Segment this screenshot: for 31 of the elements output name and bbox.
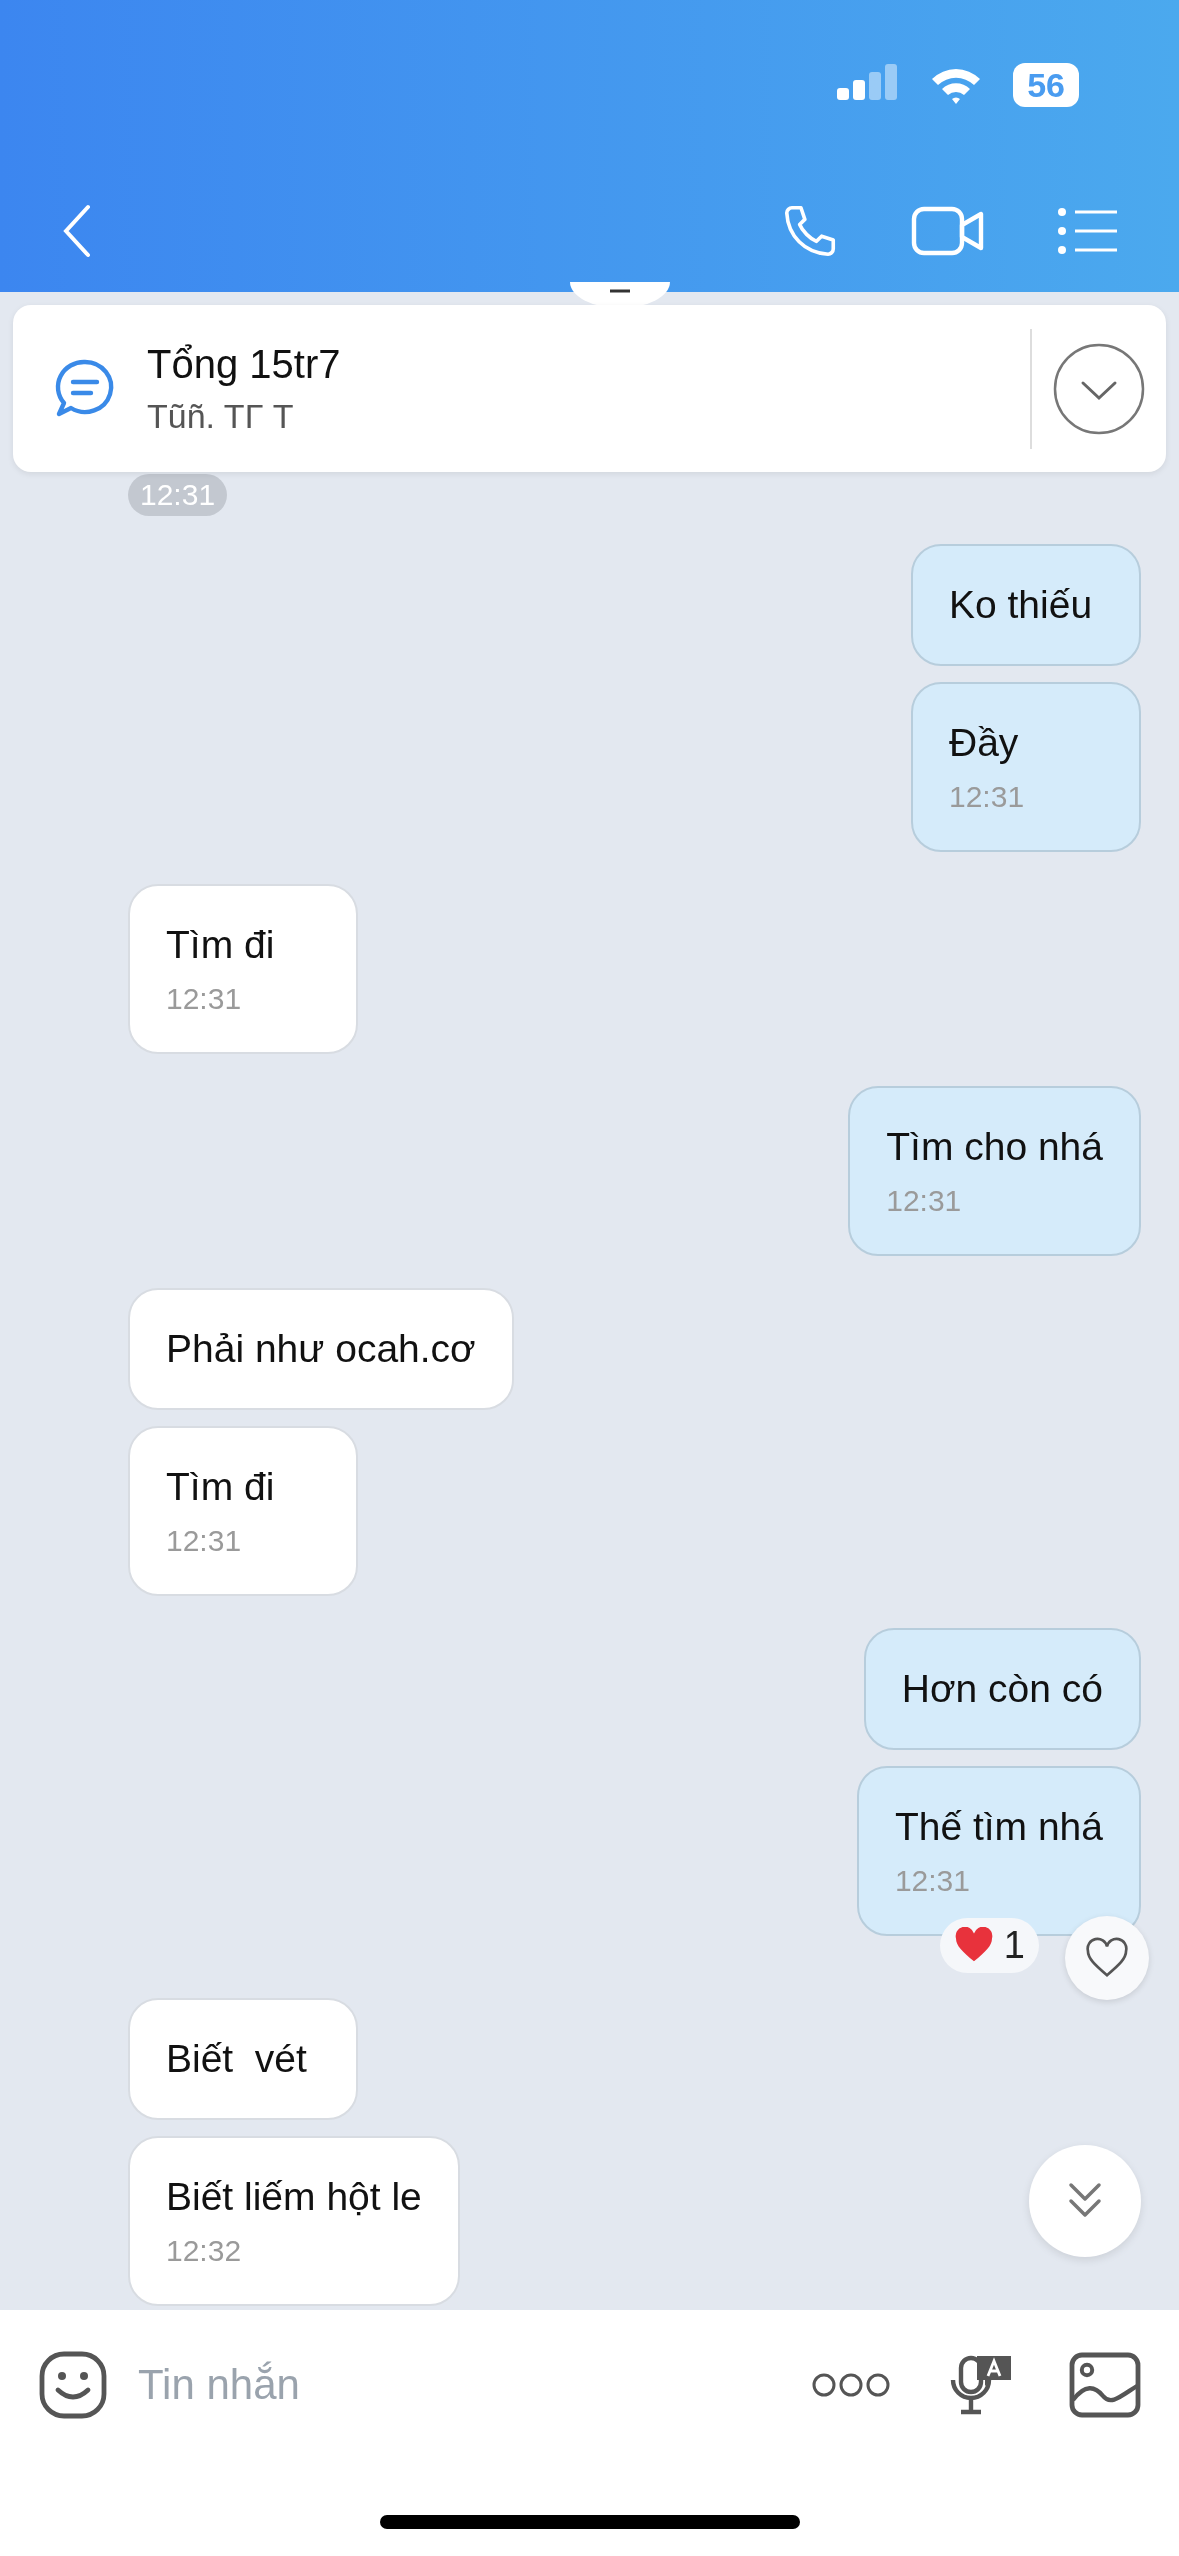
message-text: Tìm đi [166, 1464, 276, 1510]
message-bubble[interactable]: Tìm đi 12:31 [128, 884, 358, 1054]
message-text: Biết liếm hột le [166, 2174, 422, 2220]
message-bubble[interactable]: Phải như ocah.cơ [128, 1288, 514, 1410]
message-text: Phải như ocah.cơ [166, 1326, 476, 1372]
message-time: 12:31 [894, 1863, 971, 1899]
message-time: 12:31 [166, 981, 243, 1017]
message-bubble[interactable]: Đầy 12:31 [911, 682, 1141, 852]
message-bubble[interactable]: Ko thiếu [911, 544, 1141, 666]
message-bubble[interactable]: Biết vét [128, 1998, 358, 2120]
message-time: 12:32 [166, 2233, 243, 2269]
pinned-title: Tổng 15tr7 [147, 341, 342, 387]
message-text: Tìm cho nhá [886, 1124, 1103, 1170]
message-text: Ko thiếu [949, 582, 1094, 628]
message-bubble[interactable]: Biết liếm hột le 12:32 [128, 2136, 460, 2306]
message-text: Tìm đi [166, 922, 276, 968]
pinned-preview: Tũñ. TΓ T [147, 396, 295, 436]
message-time: 12:31 [166, 1523, 243, 1559]
message-input[interactable]: Tin nhắn [138, 2361, 781, 2409]
message-time: 12:31 [886, 1183, 963, 1219]
reaction-pill[interactable]: 1 [939, 1917, 1039, 1973]
message-text: Đầy [949, 720, 1020, 766]
time-badge: 12:31 [128, 474, 228, 516]
battery-level: 56 [1013, 63, 1079, 107]
message-text: Hơn còn có [901, 1666, 1103, 1712]
message-bubble[interactable]: Tìm cho nhá 12:31 [848, 1086, 1141, 1256]
message-text: Thế tìm nhá [894, 1804, 1103, 1850]
message-time: 12:31 [949, 779, 1026, 815]
message-text: Biết vét [166, 2036, 308, 2082]
message-bubble[interactable]: Tìm đi 12:31 [128, 1426, 358, 1596]
message-bubble[interactable]: Hơn còn có [863, 1628, 1141, 1750]
